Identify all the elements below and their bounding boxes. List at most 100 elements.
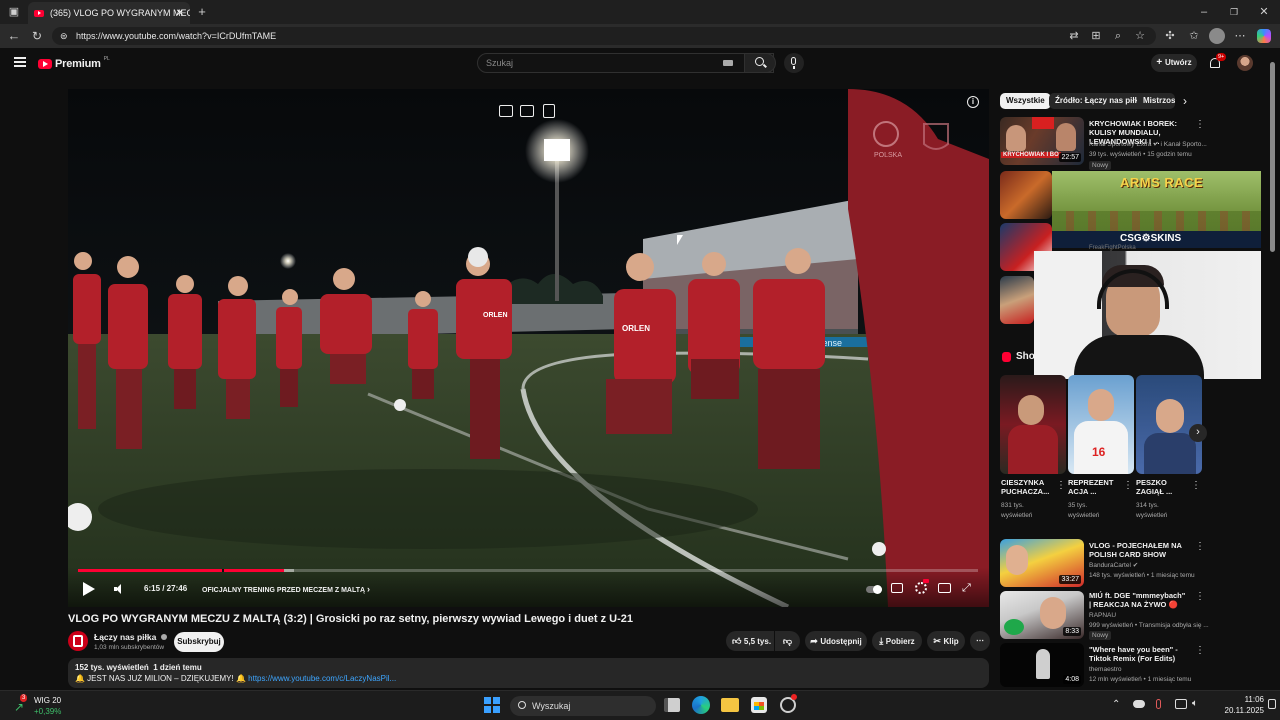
share-button[interactable]: ➦ Udostępnij	[805, 631, 867, 651]
channel-name[interactable]: Łączy nas piłka	[94, 632, 167, 642]
download-button[interactable]: ⤓ Pobierz	[872, 631, 922, 651]
minimize-icon[interactable]: –	[1196, 4, 1212, 20]
short-thumbnail[interactable]	[1000, 375, 1066, 474]
rec-channel[interactable]: Kanał Sportowy Extra ✔ i Kanał Sporto...	[1089, 141, 1207, 149]
rec-menu-icon[interactable]: ⋮	[1195, 120, 1205, 130]
short-title[interactable]: CIESZYNKA PUCHACZA...	[1001, 478, 1059, 496]
rec-title[interactable]: MIÚ ft. DGE "mmmeybach" | REAKCJA NA ŻYW…	[1089, 591, 1189, 609]
task-view-icon[interactable]	[664, 698, 680, 712]
copilot-icon[interactable]	[1257, 29, 1271, 43]
back-icon[interactable]: ←	[6, 28, 22, 44]
tab-actions-icon[interactable]: ▣	[6, 4, 22, 20]
progress-bar[interactable]	[78, 569, 978, 572]
chip-source[interactable]: Źródło: Łączy nas piłka	[1049, 93, 1150, 109]
like-button[interactable]: 👍︎ 5,5 tys.	[726, 631, 774, 651]
chips-next-icon[interactable]: ›	[1183, 94, 1187, 108]
miniplayer-icon[interactable]	[499, 105, 513, 117]
reload-icon[interactable]: ↻	[29, 28, 45, 44]
dislike-button[interactable]: 👎︎	[775, 631, 800, 651]
short-title[interactable]: PESZKO ZAGIĄŁ ...	[1136, 478, 1194, 496]
play-button[interactable]	[83, 582, 95, 596]
rec-channel[interactable]: themaestro	[1089, 666, 1122, 674]
theater-mode-icon[interactable]	[938, 583, 951, 593]
speaker-icon[interactable]: 🔈︎	[1192, 698, 1198, 709]
translate-icon[interactable]: ⇄	[1066, 28, 1082, 44]
chevron-up-icon[interactable]: ⌃	[1112, 699, 1120, 710]
apps-icon[interactable]: ⊞	[1088, 28, 1104, 44]
search-input[interactable]: Szukaj	[477, 53, 774, 73]
rec-thumbnail[interactable]: KRYCHOWIAK I BO 22:57	[1000, 117, 1084, 165]
voice-search-button[interactable]	[784, 53, 804, 73]
profile-avatar[interactable]	[1209, 28, 1225, 44]
close-tab-icon[interactable]: ✕	[176, 8, 184, 19]
extensions-icon[interactable]: ✣	[1162, 28, 1178, 44]
subtitles-icon[interactable]	[891, 583, 903, 593]
short-title[interactable]: REPREZENT ACJA ...	[1068, 478, 1126, 496]
clock[interactable]: 11:06 20.11.2025	[1214, 694, 1264, 716]
settings-icon[interactable]	[915, 582, 927, 594]
notes-icon[interactable]	[543, 104, 555, 118]
page-scrollbar[interactable]	[1270, 62, 1275, 252]
channel-avatar[interactable]	[68, 631, 88, 651]
youtube-logo[interactable]: Premium PL	[38, 56, 110, 71]
chapter-button[interactable]: OFICJALNY TRENING PRZED MECZEM Z MALTĄ ›	[202, 584, 370, 594]
rec-channel[interactable]: BanduraCartel ✔	[1089, 562, 1138, 570]
file-explorer-icon[interactable]	[721, 698, 739, 712]
more-actions-button[interactable]: ⋯	[970, 631, 990, 651]
microphone-icon[interactable]	[1156, 699, 1161, 709]
site-info-icon[interactable]: ⊜	[60, 27, 68, 45]
network-icon[interactable]	[1175, 699, 1187, 709]
autoplay-toggle[interactable]	[866, 585, 882, 594]
more-icon[interactable]: ⋯	[1232, 28, 1248, 44]
zoom-icon[interactable]: ⌕	[1110, 28, 1126, 44]
rec-title[interactable]: VLOG - POJECHAŁEM NA POLISH CARD SHOW	[1089, 541, 1189, 559]
cast-icon[interactable]	[520, 105, 534, 117]
volume-icon[interactable]	[114, 584, 124, 594]
short-menu-icon[interactable]: ⋮	[1191, 481, 1201, 491]
notification-center-icon[interactable]	[1268, 699, 1276, 709]
favorite-icon[interactable]: ☆	[1132, 28, 1148, 44]
menu-icon[interactable]	[14, 57, 26, 67]
taskbar-search[interactable]: Wyszukaj	[510, 696, 656, 716]
short-menu-icon[interactable]: ⋮	[1056, 481, 1066, 491]
new-tab-icon[interactable]: +	[194, 4, 210, 20]
app-icon[interactable]	[780, 694, 797, 713]
chip-all[interactable]: Wszystkie	[1000, 93, 1051, 109]
browser-tab[interactable]: (365) VLOG PO WYGRANYM MECZU ✕	[28, 2, 190, 24]
rec-channel[interactable]: RAPNAU	[1089, 612, 1116, 620]
video-player[interactable]: fense POLSKA ORLEN ORLEN i 6:15 / 27:46 …	[68, 89, 989, 607]
rec-thumbnail[interactable]: 33:27	[1000, 539, 1084, 587]
chip-championships[interactable]: Mistrzostwa	[1137, 93, 1175, 109]
rec-title[interactable]: "Where have you been" - Tiktok Remix (Fo…	[1089, 645, 1189, 663]
collections-icon[interactable]: ✩	[1186, 28, 1202, 44]
clip-button[interactable]: ✂ Klip	[927, 631, 965, 651]
address-bar[interactable]: ⊜ https://www.youtube.com/watch?v=ICrDUf…	[52, 27, 1156, 45]
shorts-next-button[interactable]: ›	[1189, 424, 1207, 442]
keyboard-icon[interactable]	[723, 60, 733, 66]
rec-thumbnail[interactable]	[1000, 171, 1052, 219]
notifications-button[interactable]: 9+	[1209, 53, 1227, 70]
stock-widget[interactable]: ↗ 3 WIG 20 +0,39%	[12, 694, 82, 718]
search-button[interactable]	[744, 53, 776, 73]
restore-icon[interactable]: ❐	[1226, 4, 1242, 20]
create-button[interactable]: + Utwórz	[1151, 54, 1197, 72]
store-icon[interactable]	[751, 697, 767, 713]
short-thumbnail[interactable]: 16	[1068, 375, 1134, 474]
rec-thumbnail[interactable]	[1000, 276, 1034, 324]
cloud-icon[interactable]	[1133, 700, 1145, 708]
description-link[interactable]: https://www.youtube.com/c/LaczyNasPil...	[248, 674, 396, 683]
account-avatar[interactable]	[1237, 55, 1253, 71]
rec-menu-icon[interactable]: ⋮	[1195, 592, 1205, 602]
subscribe-button[interactable]: Subskrybuj	[174, 632, 224, 652]
fullscreen-icon[interactable]: ⤢	[962, 582, 974, 594]
info-icon[interactable]: i	[967, 96, 979, 108]
short-menu-icon[interactable]: ⋮	[1123, 481, 1133, 491]
rec-thumbnail[interactable]: 4:08	[1000, 643, 1084, 687]
edge-icon[interactable]	[692, 696, 710, 714]
rec-thumbnail[interactable]: 8:33	[1000, 591, 1084, 639]
close-window-icon[interactable]: ✕	[1256, 4, 1272, 20]
windows-start-icon[interactable]	[484, 697, 500, 713]
rec-menu-icon[interactable]: ⋮	[1195, 542, 1205, 552]
rec-menu-icon[interactable]: ⋮	[1195, 646, 1205, 656]
description-box[interactable]: 152 tys. wyświetleń 1 dzień temu 🔔 JEST …	[68, 658, 989, 688]
